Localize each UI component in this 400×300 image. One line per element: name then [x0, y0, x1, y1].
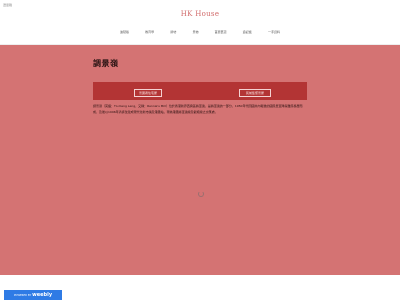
page-title: 調景嶺	[93, 59, 119, 68]
site-header: 選單跳 HK House 進階版 教育學 牌坊 景物 首頁舊貨 遊記板 一手資料	[0, 0, 400, 45]
loading-spinner-icon	[198, 191, 204, 197]
left-link-button[interactable]: 景寶者住宅屋	[134, 89, 162, 97]
nav-item[interactable]: 教育學	[145, 30, 154, 34]
nav-item[interactable]: 進階版	[120, 30, 129, 34]
right-link-button[interactable]: 民前集聚景屋	[239, 89, 271, 97]
banner-strip	[93, 82, 307, 100]
content-area	[0, 45, 400, 275]
nav-item[interactable]: 一手資料	[268, 30, 280, 34]
description-paragraph: 調景嶺（英語：Tiu Keng Leng，又稱：Rennie's Mill）位於…	[93, 104, 303, 114]
nav-item[interactable]: 景物	[192, 30, 198, 34]
site-title[interactable]: HK House	[0, 10, 400, 18]
weebly-logo: weebly	[32, 292, 53, 298]
weebly-badge[interactable]: POWERED BY weebly	[4, 290, 62, 300]
main-nav: 進階版 教育學 牌坊 景物 首頁舊貨 遊記板 一手資料	[120, 29, 280, 35]
powered-by-label: POWERED BY	[13, 293, 32, 297]
skip-link[interactable]: 選單跳	[3, 3, 12, 7]
nav-item[interactable]: 牌坊	[170, 30, 176, 34]
nav-item[interactable]: 遊記板	[243, 30, 252, 34]
nav-item[interactable]: 首頁舊貨	[215, 30, 227, 34]
